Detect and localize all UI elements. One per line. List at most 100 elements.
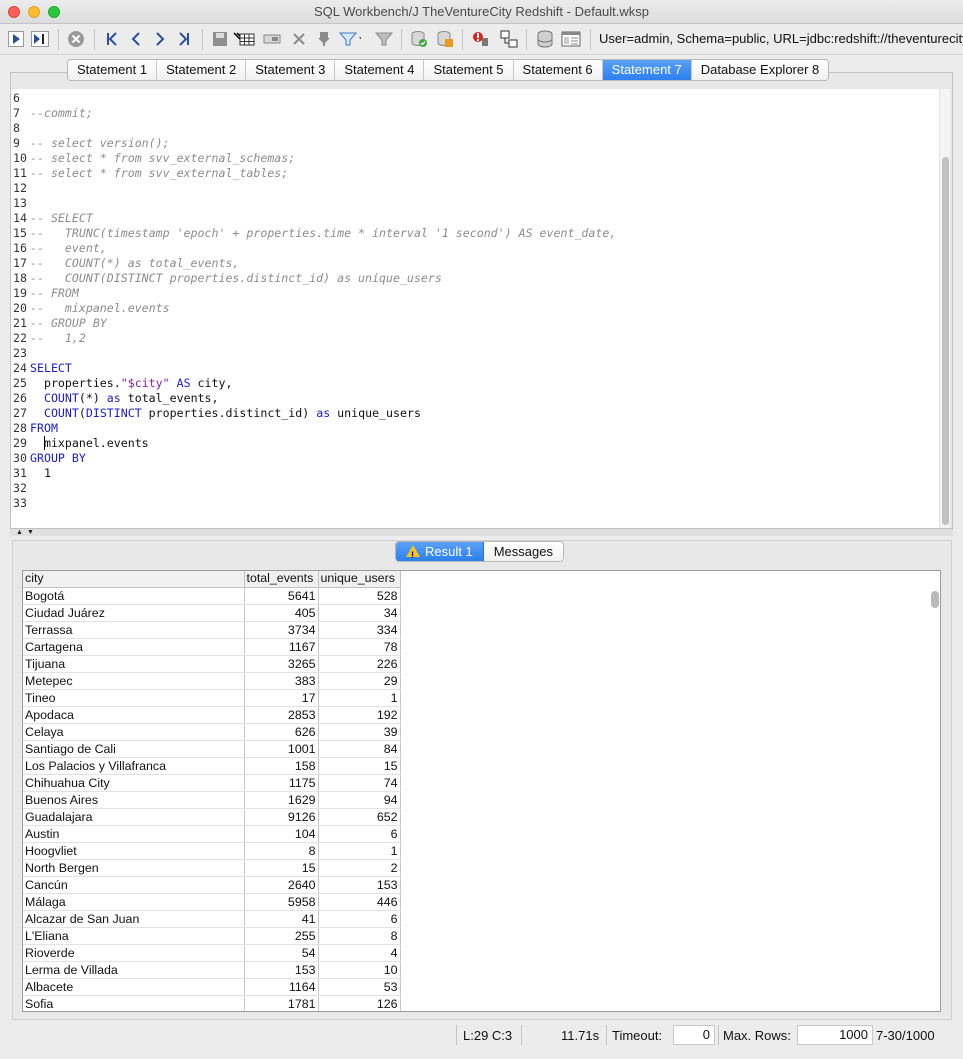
max-rows-input[interactable]: 1000 [797,1025,873,1045]
table-row[interactable]: Cartagena 1167 78 [23,638,401,656]
total-events-cell[interactable]: 1167 [244,638,319,656]
collapse-up-icon[interactable]: ▲ [16,529,23,536]
delete-icon[interactable] [288,28,310,50]
code-line[interactable]: 27 COUNT(DISTINCT properties.distinct_id… [11,406,931,421]
unique-users-cell[interactable]: 652 [318,808,401,826]
table-row[interactable]: Los Palacios y Villafranca 158 15 [23,757,401,775]
unique-users-cell[interactable]: 126 [318,995,401,1011]
unique-users-cell[interactable]: 15 [318,757,401,775]
total-events-cell[interactable]: 383 [244,672,319,690]
total-events-cell[interactable]: 8 [244,842,319,860]
city-cell[interactable]: Bogotá [23,587,245,605]
sql-editor[interactable]: 6 7 --commit; 8 9 -- select version(); 10 -- se… [11,89,950,529]
total-events-cell[interactable]: 3265 [244,655,319,673]
city-cell[interactable]: Ciudad Juárez [23,604,245,622]
table-row[interactable]: Terrassa 3734 334 [23,621,401,639]
table-row[interactable]: Buenos Aires 1629 94 [23,791,401,809]
unique-users-cell[interactable]: 39 [318,723,401,741]
unique-users-cell[interactable]: 53 [318,978,401,996]
commit-icon[interactable] [408,28,430,50]
maximize-window-button[interactable] [48,6,60,18]
total-events-cell[interactable]: 54 [244,944,319,962]
code-line[interactable]: 11 -- select * from svv_external_tables; [11,166,931,181]
total-events-cell[interactable]: 2640 [244,876,319,894]
close-window-button[interactable] [8,6,20,18]
execute-current-icon[interactable] [29,28,51,50]
rollback-icon[interactable] [434,28,456,50]
unique-users-cell[interactable]: 226 [318,655,401,673]
table-row[interactable]: Guadalajara 9126 652 [23,808,401,826]
city-cell[interactable]: Albacete [23,978,245,996]
tab-statement-4[interactable]: Statement 4 [335,60,425,80]
city-cell[interactable]: Hoogvliet [23,842,245,860]
code-line[interactable]: 12 [11,181,931,196]
table-row[interactable]: Málaga 5958 446 [23,893,401,911]
city-cell[interactable]: Celaya [23,723,245,741]
collapse-down-icon[interactable]: ▼ [27,529,34,536]
city-cell[interactable]: Los Palacios y Villafranca [23,757,245,775]
code-line[interactable]: 7 --commit; [11,106,931,121]
code-line[interactable]: 31 1 [11,466,931,481]
unique-users-cell[interactable]: 74 [318,774,401,792]
total-events-cell[interactable]: 1164 [244,978,319,996]
city-cell[interactable]: Guadalajara [23,808,245,826]
code-line[interactable]: 32 [11,481,931,496]
first-icon[interactable] [101,28,123,50]
tab-statement-5[interactable]: Statement 5 [424,60,514,80]
last-icon[interactable] [173,28,195,50]
result-grid[interactable]: city total_events unique_users Bogotá 564… [22,570,941,1012]
tab-messages[interactable]: Messages [483,542,563,561]
table-row[interactable]: North Bergen 15 2 [23,859,401,877]
total-events-cell[interactable]: 1175 [244,774,319,792]
unique-users-cell[interactable]: 334 [318,621,401,639]
table-row[interactable]: Cancún 2640 153 [23,876,401,894]
execute-icon[interactable] [5,28,27,50]
code-line[interactable]: 18 -- COUNT(DISTINCT properties.distinct_… [11,271,931,286]
table-row[interactable]: Santiago de Cali 1001 84 [23,740,401,758]
total-events-cell[interactable]: 1629 [244,791,319,809]
total-events-cell[interactable]: 5958 [244,893,319,911]
code-line[interactable]: 13 [11,196,931,211]
code-line[interactable]: 33 [11,496,931,511]
city-cell[interactable]: Santiago de Cali [23,740,245,758]
table-row[interactable]: Austin 104 6 [23,825,401,843]
total-events-cell[interactable]: 153 [244,961,319,979]
save-icon[interactable] [209,28,231,50]
total-events-cell[interactable]: 1001 [244,740,319,758]
code-line[interactable]: 26 COUNT(*) as total_events, [11,391,931,406]
schema-icon[interactable] [498,28,520,50]
cancel-icon[interactable] [65,28,87,50]
city-cell[interactable]: Austin [23,825,245,843]
table-row[interactable]: Apodaca 2853 192 [23,706,401,724]
pane-splitter[interactable]: ▲ ▼ [10,528,953,536]
city-cell[interactable]: Málaga [23,893,245,911]
unique-users-cell[interactable]: 29 [318,672,401,690]
tab-database-explorer-8[interactable]: Database Explorer 8 [691,60,829,80]
clear-filter-icon[interactable] [373,28,395,50]
code-line[interactable]: 8 [11,121,931,136]
code-line[interactable]: 9 -- select version(); [11,136,931,151]
unique-users-cell[interactable]: 94 [318,791,401,809]
tab-result-1[interactable]: ! Result 1 [396,542,484,561]
unique-users-cell[interactable]: 8 [318,927,401,945]
city-cell[interactable]: Sofia [23,995,245,1011]
table-row[interactable]: Chihuahua City 1175 74 [23,774,401,792]
code-line[interactable]: 16 -- event, [11,241,931,256]
grid-scrollbar[interactable] [928,589,940,1011]
city-cell[interactable]: Alcazar de San Juan [23,910,245,928]
city-cell[interactable]: Cartagena [23,638,245,656]
total-events-cell[interactable]: 1781 [244,995,319,1011]
city-cell[interactable]: Rioverde [23,944,245,962]
table-row[interactable]: Metepec 383 29 [23,672,401,690]
tab-statement-6[interactable]: Statement 6 [513,60,603,80]
table-row[interactable]: Celaya 626 39 [23,723,401,741]
column-header-total-events[interactable]: total_events [244,571,319,588]
filter-icon[interactable] [339,28,361,50]
total-events-cell[interactable]: 2853 [244,706,319,724]
column-header-unique-users[interactable]: unique_users [318,571,401,588]
tab-statement-1[interactable]: Statement 1 [68,60,158,80]
table-row[interactable]: Tijuana 3265 226 [23,655,401,673]
code-line[interactable]: 19 -- FROM [11,286,931,301]
city-cell[interactable]: Metepec [23,672,245,690]
tab-statement-2[interactable]: Statement 2 [157,60,247,80]
